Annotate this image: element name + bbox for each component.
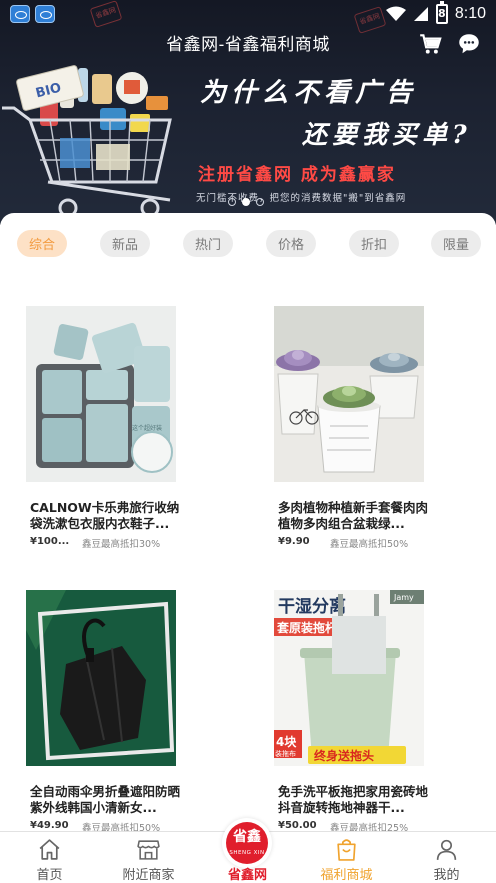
product-image-umbrella — [26, 590, 176, 766]
message-button[interactable] — [456, 31, 482, 57]
home-icon — [39, 839, 60, 860]
nav-label: 福利商城 — [320, 868, 373, 883]
product-name[interactable]: 免手洗平板拖把家用瓷砖地抖音旋转拖地神器干... — [278, 784, 428, 816]
nav-label: 首页 — [36, 868, 63, 883]
nav-label: 省鑫网 — [227, 868, 267, 883]
carousel-indicator — [228, 198, 264, 206]
chat-bubble-icon — [459, 34, 479, 54]
filter-chip-new[interactable]: 新品 — [100, 230, 150, 257]
filter-chip-limited[interactable]: 限量 — [431, 230, 481, 257]
product-deduct: 鑫豆最高抵扣30% — [82, 539, 161, 550]
product-deduct: 鑫豆最高抵扣50% — [330, 539, 409, 550]
banner-watermark-stamp: 省鑫网 — [89, 0, 123, 28]
product-name[interactable]: 多肉植物种植新手套餐肉肉植物多肉组合盆栽绿... — [278, 500, 428, 532]
product-name[interactable]: CALNOW卡乐弗旅行收纳袋洗漱包衣服内衣鞋子... — [30, 500, 180, 532]
nav-home[interactable]: 首页 — [0, 832, 99, 883]
filter-chip-comprehensive[interactable]: 综合 — [17, 230, 67, 257]
mop-image-title: 干湿分离 — [278, 596, 346, 617]
nav-brand-home[interactable]: 省鑫 SHENG XIN 省鑫网 — [198, 818, 297, 883]
filter-tabs: 综合 新品 热门 价格 折扣 限量 — [17, 230, 483, 258]
nav-mine[interactable]: 我的 — [397, 832, 496, 883]
nav-nearby-merchants[interactable]: 附近商家 — [99, 832, 198, 883]
bottom-navigation: 首页 附近商家 省鑫 SHENG XIN 省鑫网 福利商城 我的 — [0, 818, 496, 883]
product-price: ¥50.00 — [278, 820, 317, 831]
mop-brand: Jamy — [393, 593, 414, 602]
product-image-caption: 这个超好装 — [132, 424, 162, 432]
product-price: ¥9.90 — [278, 536, 310, 547]
product-price: ¥100... — [30, 536, 70, 547]
cart-button[interactable] — [418, 31, 444, 57]
mop-badge: 4块 — [276, 734, 297, 749]
app-notification-icon — [35, 5, 55, 23]
person-icon — [436, 839, 457, 860]
title-bar: 省鑫网-省鑫福利商城 — [0, 28, 496, 60]
nav-label: 附近商家 — [122, 868, 175, 883]
status-time: 8:10 — [454, 5, 486, 22]
filter-chip-discount[interactable]: 折扣 — [349, 230, 399, 257]
status-bar: 省鑫网 省鑫网 8 8:10 — [0, 0, 496, 34]
carousel-dot[interactable] — [256, 198, 264, 206]
signal-icon — [413, 7, 428, 21]
banner-cart-illustration: BIO — [2, 65, 172, 218]
wifi-icon — [385, 6, 406, 21]
product-price: ¥49.90 — [30, 820, 69, 831]
carousel-dot-active[interactable] — [242, 198, 250, 206]
product-image-mop: 干湿分离 套原装拖杆 Jamy 4块 装拖布 终身送拖头 — [274, 590, 424, 766]
mop-badge-sub: 装拖布 — [275, 749, 296, 758]
carousel-dot[interactable] — [228, 198, 236, 206]
banner-headline: 为什么不看广告 — [200, 78, 418, 108]
product-name[interactable]: 全自动雨伞男折叠遮阳防晒紫外线韩国小清新女... — [30, 784, 180, 816]
banner-cta: 注册省鑫网 成为鑫赢家 — [198, 165, 396, 185]
nav-label: 我的 — [433, 868, 460, 883]
app-notification-icon — [10, 5, 30, 23]
filter-chip-price[interactable]: 价格 — [266, 230, 316, 257]
cart-icon — [420, 34, 442, 54]
hero-banner[interactable]: BIO 省鑫网 省鑫网 8 8:10 省鑫网-省鑫福利商城 为什么不看广告 还要… — [0, 0, 496, 225]
brand-logo: 省鑫 SHENG XIN — [222, 818, 272, 868]
product-image-succulents — [274, 306, 424, 482]
banner-subline: 还要我买单? — [302, 120, 472, 149]
filter-chip-hot[interactable]: 热门 — [183, 230, 233, 257]
shopping-bag-icon — [337, 839, 356, 861]
product-image-travel-bags: 这个超好装 — [26, 306, 176, 482]
store-icon — [137, 840, 160, 860]
battery-icon: 8 — [435, 1, 448, 24]
mop-ribbon: 终身送拖头 — [314, 748, 374, 763]
nav-welfare-mall[interactable]: 福利商城 — [297, 832, 396, 883]
mop-image-sub: 套原装拖杆 — [276, 620, 337, 635]
